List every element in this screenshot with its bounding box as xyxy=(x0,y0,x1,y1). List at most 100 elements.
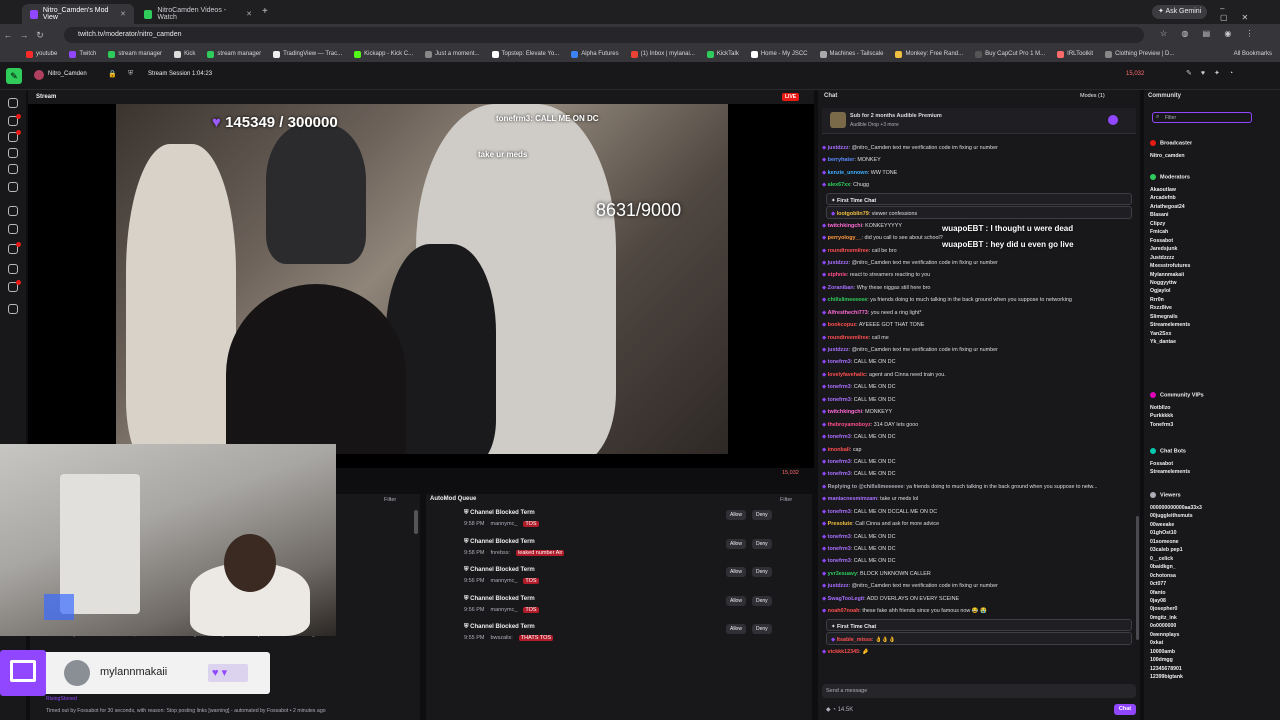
bookmark-item[interactable]: Topstep: Elevate Yo... xyxy=(491,50,559,58)
community-user[interactable]: 10000amb xyxy=(1150,648,1202,656)
community-user[interactable]: 0__celick xyxy=(1150,555,1202,563)
bookmark-item[interactable]: (1) Inbox | mylanai... xyxy=(630,50,695,58)
deny-button[interactable]: Deny xyxy=(752,538,772,549)
community-user[interactable]: Purkkkkk xyxy=(1150,412,1173,420)
community-user[interactable]: 0ct077 xyxy=(1150,580,1202,588)
community-user[interactable]: 0josepher0 xyxy=(1150,605,1202,613)
community-user[interactable]: 0jay08 xyxy=(1150,597,1202,605)
chat-username[interactable]: Presolute xyxy=(828,521,853,527)
chat-username[interactable]: SwagTooLegit xyxy=(828,596,864,602)
shield-icon[interactable]: ⛨ xyxy=(128,70,133,78)
community-user[interactable]: Jaredsjunk xyxy=(1150,245,1190,253)
community-user[interactable]: 0xkat xyxy=(1150,639,1202,647)
mod-toolbar-icons[interactable]: ✎♥✦◔ xyxy=(1186,69,1242,77)
bookmark-item[interactable]: Kickapp - Kick C... xyxy=(354,50,413,58)
window-controls[interactable]: –▢✕ xyxy=(1220,4,1280,22)
browser-toolbar-icons[interactable]: ☆ ◍ ▤ ◉ ⋮ xyxy=(1160,29,1260,38)
allow-button[interactable]: Allow xyxy=(726,567,746,577)
lock-icon[interactable]: 🔒 xyxy=(108,70,117,78)
chat-username[interactable]: imonball xyxy=(828,447,850,453)
chat-username[interactable]: alex67xx xyxy=(828,182,850,188)
community-user[interactable]: 100dmgg xyxy=(1150,656,1202,664)
community-user[interactable]: Rxzz8ive xyxy=(1150,304,1190,312)
community-user[interactable]: Fossabot xyxy=(1150,460,1190,468)
bookmark-item[interactable]: Twitch xyxy=(69,50,96,58)
allow-button[interactable]: Allow xyxy=(726,624,746,634)
tab-mod-view[interactable]: Nitro_Camden's Mod View ✕ xyxy=(22,4,134,24)
rail-tool-icon[interactable] xyxy=(8,264,18,274)
channel-name[interactable]: Nitro_Camden xyxy=(48,71,87,77)
bookmark-item[interactable]: youtube xyxy=(26,50,57,58)
bookmark-item[interactable]: KickTalk xyxy=(706,50,739,58)
chat-username[interactable]: roundtreemilree xyxy=(828,248,869,254)
community-user[interactable]: Tonefrm3 xyxy=(1150,421,1173,429)
community-user[interactable]: Nitro_camden xyxy=(1150,152,1185,160)
allow-button[interactable]: Allow xyxy=(726,595,746,606)
bookmark-item[interactable]: Alpha Futures xyxy=(571,50,619,58)
chat-username[interactable]: berryhater xyxy=(828,157,855,163)
chat-scrollbar[interactable] xyxy=(1136,516,1139,640)
message-user[interactable]: fnrebss: xyxy=(490,550,510,556)
chat-username[interactable]: kenzie_unnown xyxy=(828,170,868,176)
modes-button[interactable]: Modes (1) xyxy=(1080,93,1105,99)
chat-username[interactable]: twitchkingchi xyxy=(828,223,862,229)
close-icon[interactable]: ✕ xyxy=(120,10,126,18)
chat-username[interactable]: Zoraniban xyxy=(828,285,854,291)
community-user[interactable]: 0chotonsa xyxy=(1150,572,1202,580)
community-user[interactable]: 0mgitz_ink xyxy=(1150,614,1202,622)
promo-banner[interactable]: Sub for 2 months Audible Premium Audible… xyxy=(822,108,1136,134)
chat-username[interactable]: tonefrm3 xyxy=(828,471,851,477)
chat-username[interactable]: Alfresthechi773 xyxy=(828,310,868,316)
chat-username[interactable]: First Time Chat xyxy=(837,624,876,630)
chat-username[interactable]: maniacnesmimzam xyxy=(828,496,877,502)
community-user[interactable]: Rrr0n xyxy=(1150,296,1190,304)
message-user[interactable]: mannymc_ xyxy=(490,521,517,527)
chat-username[interactable]: lootgoblin79 xyxy=(837,211,869,217)
deny-button[interactable]: Deny xyxy=(752,624,772,634)
filter-button[interactable]: Filter xyxy=(780,497,792,503)
chat-input[interactable]: Send a message xyxy=(822,684,1136,698)
chat-username[interactable]: tonefrm3 xyxy=(828,534,851,540)
allow-button[interactable]: Allow xyxy=(726,510,746,520)
chat-username[interactable]: justdzzz xyxy=(828,145,849,151)
rail-tool-icon[interactable] xyxy=(8,206,18,216)
community-filter-input[interactable]: Filter xyxy=(1152,112,1252,123)
forward-icon[interactable]: → xyxy=(16,30,32,40)
chat-username[interactable]: justdzzz xyxy=(828,347,849,353)
url-input[interactable]: twitch.tv/moderator/nitro_camden xyxy=(64,27,1144,43)
community-user[interactable]: 00weeake xyxy=(1150,521,1202,529)
chat-username[interactable]: chillslimeeeeee xyxy=(828,297,868,303)
bookmark-item[interactable]: Buy CapCut Pro 1 M... xyxy=(975,50,1045,58)
rail-tool-icon[interactable] xyxy=(8,224,18,234)
deny-button[interactable]: Deny xyxy=(752,510,772,520)
reload-icon[interactable]: ↻ xyxy=(32,30,48,41)
chat-username[interactable]: tonefrm3 xyxy=(828,359,851,365)
deny-button[interactable]: Deny xyxy=(752,595,772,606)
chat-username[interactable]: perryology__ xyxy=(828,235,862,241)
stream-video[interactable]: ♥ 145349 / 300000 8631/9000 tonefrm3: CA… xyxy=(116,104,728,454)
ask-gemini-button[interactable]: ✦ Ask Gemini xyxy=(1152,5,1208,19)
community-user[interactable]: Yan2Sxx xyxy=(1150,330,1190,338)
scrollbar[interactable] xyxy=(414,510,418,534)
tab-videos[interactable]: NitroCamden Videos - Watch ✕ xyxy=(136,4,260,24)
chat-username[interactable]: vickkk12345 xyxy=(828,649,859,655)
community-user[interactable]: 0o0000000 xyxy=(1150,622,1202,630)
community-user[interactable]: Akaoutlaw xyxy=(1150,186,1190,194)
community-user[interactable]: Mylannmakaii xyxy=(1150,271,1190,279)
community-user[interactable]: 00juggleithsmuts xyxy=(1150,512,1202,520)
community-user[interactable]: 0fanto xyxy=(1150,589,1202,597)
message-user[interactable]: mannymc_ xyxy=(490,607,517,613)
chat-send-button[interactable]: Chat xyxy=(1114,704,1136,715)
bits-icon[interactable]: ◆ ◔ 14.5K xyxy=(826,706,853,713)
community-user[interactable]: Ariathegoat24 xyxy=(1150,203,1190,211)
chat-username[interactable]: stphnie xyxy=(828,272,847,278)
chat-username[interactable]: tonefrm3 xyxy=(828,546,851,552)
bookmark-item[interactable]: Machines - Tailscale xyxy=(819,50,883,58)
bookmark-item[interactable]: stream manager xyxy=(207,50,261,58)
chat-username[interactable]: Replying to @chillslimeeeeee xyxy=(828,484,904,490)
community-user[interactable]: 000000000000aa33x3 xyxy=(1150,504,1202,512)
chat-username[interactable]: lovelyfavehalic xyxy=(828,372,866,378)
community-user[interactable]: Mxesstrofutures xyxy=(1150,262,1190,270)
chat-username[interactable]: justdzzz xyxy=(828,583,849,589)
chat-username[interactable]: tonefrm3 xyxy=(828,509,851,515)
